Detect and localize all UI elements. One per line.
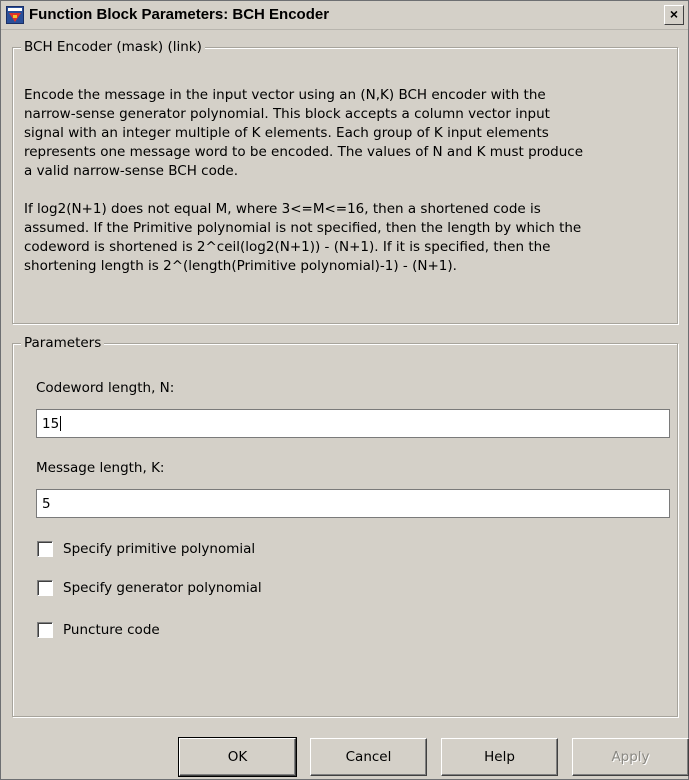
primitive-polynomial-label: Specify primitive polynomial xyxy=(63,541,256,557)
description-line: narrow-sense generator polynomial. This … xyxy=(24,106,550,122)
window-title: Function Block Parameters: BCH Encoder xyxy=(29,6,330,23)
description-line: represents one message word to be encode… xyxy=(24,144,584,160)
parameters-legend: Parameters xyxy=(21,334,105,352)
close-icon: × xyxy=(669,6,679,22)
description-line: a valid narrow-sense BCH code. xyxy=(24,163,239,179)
description-line: codeword is shortened is 2^ceil(log2(N+1… xyxy=(24,239,551,255)
codeword-length-label: Codeword length, N: xyxy=(36,380,175,396)
description-line: shortening length is 2^(length(Primitive… xyxy=(24,258,457,274)
description-line: If log2(N+1) does not equal M, where 3<=… xyxy=(24,201,541,217)
description-line: signal with an integer multiple of K ele… xyxy=(24,125,549,141)
primitive-polynomial-checkbox[interactable] xyxy=(37,541,53,557)
description-line: assumed. If the Primitive polynomial is … xyxy=(24,220,582,236)
parameters-group: Parameters xyxy=(12,334,678,717)
simulink-block-icon xyxy=(6,6,24,24)
ok-button[interactable]: OK xyxy=(178,737,297,777)
puncture-code-checkbox[interactable] xyxy=(37,622,53,638)
cancel-button[interactable]: Cancel xyxy=(310,738,427,776)
generator-polynomial-checkbox[interactable] xyxy=(37,580,53,596)
close-button[interactable]: × xyxy=(664,5,684,25)
message-length-input[interactable]: 5 xyxy=(36,489,670,518)
apply-button[interactable]: Apply xyxy=(572,738,689,776)
message-length-label: Message length, K: xyxy=(36,460,165,476)
description-line: Encode the message in the input vector u… xyxy=(24,87,546,103)
title-bar[interactable]: Function Block Parameters: BCH Encoder × xyxy=(1,1,688,30)
text-caret xyxy=(60,416,62,431)
generator-polynomial-label: Specify generator polynomial xyxy=(63,580,262,596)
codeword-length-value: 15 xyxy=(42,416,60,432)
dialog-window: Function Block Parameters: BCH Encoder ×… xyxy=(0,0,689,780)
block-description: Encode the message in the input vector u… xyxy=(24,86,664,276)
description-legend: BCH Encoder (mask) (link) xyxy=(21,38,205,56)
message-length-value: 5 xyxy=(42,496,51,512)
help-button[interactable]: Help xyxy=(441,738,558,776)
puncture-code-label: Puncture code xyxy=(63,622,160,638)
codeword-length-input[interactable]: 15 xyxy=(36,409,670,438)
